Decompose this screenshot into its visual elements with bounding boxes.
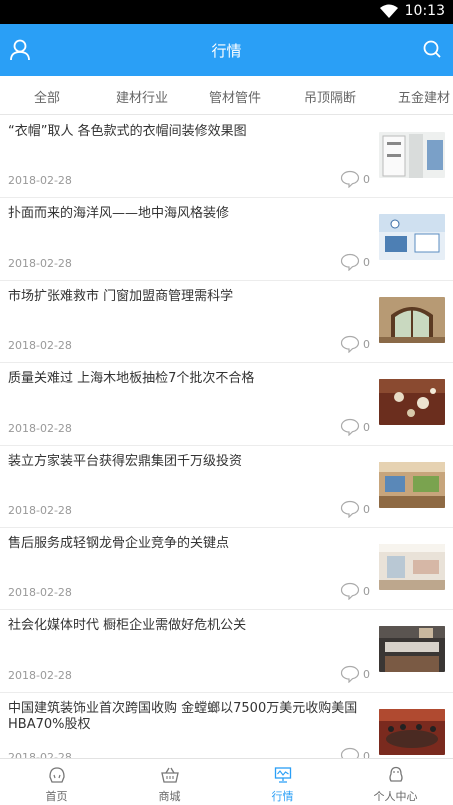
- article-item[interactable]: 市场扩张难救市 门窗加盟商管理需科学 2018-02-28 0: [0, 281, 453, 364]
- article-item[interactable]: 装立方家装平台获得宏鼎集团千万级投资 2018-02-28 0: [0, 446, 453, 528]
- comment-icon: [340, 418, 360, 436]
- comment-icon: [340, 500, 360, 518]
- status-bar: 10:13: [0, 0, 453, 24]
- tab-pipes-fittings[interactable]: 管材管件: [209, 87, 261, 106]
- article-title: 社会化媒体时代 橱柜企业需做好危机公关: [8, 618, 247, 634]
- tab-building-materials[interactable]: 建材行业: [116, 87, 168, 106]
- article-date: 2018-02-28: [8, 503, 72, 517]
- article-date: 2018-02-28: [8, 586, 72, 600]
- article-date: 2018-02-28: [8, 421, 72, 435]
- article-thumbnail[interactable]: [379, 379, 445, 426]
- article-item[interactable]: 质量关难过 上海木地板抽检7个批次不合格 2018-02-28 0: [0, 363, 453, 446]
- article-title: 市场扩张难救市 门窗加盟商管理需科学: [8, 288, 234, 304]
- nav-mall[interactable]: 商城: [113, 759, 226, 805]
- comment-icon: [340, 171, 360, 189]
- article-item[interactable]: 社会化媒体时代 橱柜企业需做好危机公关 2018-02-28 0: [0, 610, 453, 693]
- article-item[interactable]: 售后服务成轻钢龙骨企业竞争的关键点 2018-02-28 0: [0, 528, 453, 611]
- article-thumbnail[interactable]: [379, 626, 445, 673]
- wifi-icon: [379, 4, 399, 23]
- nav-market[interactable]: 行情: [226, 759, 339, 805]
- page-title: 行情: [211, 42, 242, 60]
- article-title: 装立方家装平台获得宏鼎集团千万级投资: [8, 453, 243, 469]
- tab-hardware[interactable]: 五金建材: [398, 87, 450, 106]
- article-item[interactable]: “衣帽”取人 各色款式的衣帽间装修效果图 2018-02-28 0: [0, 116, 453, 199]
- article-date: 2018-02-28: [8, 668, 72, 682]
- article-date: 2018-02-28: [8, 339, 72, 353]
- nav-home[interactable]: 首页: [0, 759, 113, 805]
- nav-profile[interactable]: 个人中心: [339, 759, 452, 805]
- monitor-icon: [274, 767, 292, 783]
- article-date: 2018-02-28: [8, 174, 72, 188]
- penguin-icon: [389, 766, 403, 782]
- comment-icon: [340, 583, 360, 601]
- article-thumbnail[interactable]: [379, 132, 445, 178]
- app-header: 行情: [0, 24, 453, 76]
- comment-count: 0: [340, 665, 372, 683]
- status-time: 10:13: [404, 3, 445, 19]
- article-title: 质量关难过 上海木地板抽检7个批次不合格: [8, 371, 255, 387]
- comment-count: 0: [340, 418, 372, 436]
- article-item[interactable]: 扑面而来的海洋风——地中海风格装修 2018-02-28 0: [0, 198, 453, 281]
- article-thumbnail[interactable]: [379, 708, 445, 755]
- home-icon: [49, 767, 65, 783]
- comment-icon: [340, 665, 360, 683]
- comment-count: 0: [340, 582, 372, 601]
- article-date: 2018-02-28: [8, 751, 72, 758]
- article-title: 中国建筑装饰业首次跨国收购 金螳螂以7500万美元收购美国HBA70%股权: [8, 700, 358, 732]
- article-title: 扑面而来的海洋风——地中海风格装修: [8, 206, 230, 222]
- article-thumbnail[interactable]: [379, 461, 445, 508]
- comment-count: 0: [340, 747, 372, 758]
- comment-icon: [340, 748, 360, 758]
- comment-icon: [340, 253, 360, 271]
- search-icon[interactable]: [421, 38, 443, 62]
- tab-all[interactable]: 全部: [34, 87, 60, 106]
- article-date: 2018-02-28: [8, 256, 72, 270]
- bottom-nav: 首页 商城 行情 个人中心: [0, 758, 453, 805]
- article-title: “衣帽”取人 各色款式的衣帽间装修效果图: [8, 124, 247, 139]
- comment-count: 0: [340, 500, 372, 518]
- article-list: “衣帽”取人 各色款式的衣帽间装修效果图 2018-02-28 0 扑面而来的海…: [0, 116, 453, 758]
- comment-icon: [340, 336, 360, 354]
- comment-count: 0: [340, 335, 372, 354]
- article-thumbnail[interactable]: [379, 214, 445, 261]
- article-thumbnail[interactable]: [379, 296, 445, 343]
- basket-icon: [161, 767, 179, 783]
- article-item[interactable]: 中国建筑装饰业首次跨国收购 金螳螂以7500万美元收购美国HBA70%股权 20…: [0, 693, 453, 758]
- comment-count: 0: [340, 170, 372, 189]
- article-title: 售后服务成轻钢龙骨企业竞争的关键点: [8, 535, 230, 551]
- tab-ceiling-partition[interactable]: 吊顶隔断: [304, 87, 356, 106]
- category-tabs: 全部 建材行业 管材管件 吊顶隔断 五金建材: [0, 76, 453, 115]
- article-thumbnail[interactable]: [379, 543, 445, 590]
- comment-count: 0: [340, 253, 372, 271]
